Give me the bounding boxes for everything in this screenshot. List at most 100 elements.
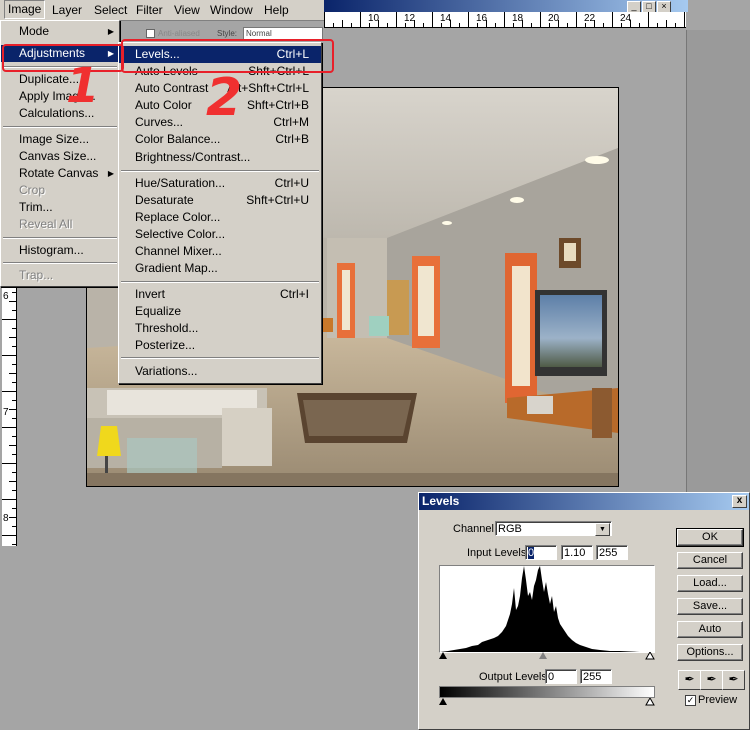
antialiased-checkbox[interactable] (146, 29, 155, 38)
ruler-tick (504, 12, 505, 27)
menu-filter[interactable]: Filter (136, 3, 163, 17)
options-button[interactable]: Options... (677, 644, 743, 661)
menu-help[interactable]: Help (264, 3, 289, 17)
menu-separator (121, 357, 319, 359)
ruler-tick (360, 12, 361, 27)
menu-bar: Image Layer Select Filter View Window He… (0, 0, 324, 21)
adjustments-item-posterize[interactable]: Posterize... (119, 337, 321, 354)
ruler-tick (9, 301, 16, 302)
menu-item-shortcut: Ctrl+B (275, 132, 309, 146)
submenu-arrow-icon: ▶ (107, 27, 114, 36)
adjustments-item-gradient-map[interactable]: Gradient Map... (119, 260, 321, 277)
levels-title: Levels (422, 494, 460, 508)
gray-eyedropper-icon[interactable]: ✒ (700, 670, 723, 690)
ruler-tick (576, 12, 577, 27)
gamma-input-slider[interactable] (539, 652, 547, 659)
menu-view[interactable]: View (174, 3, 200, 17)
adjustments-item-threshold[interactable]: Threshold... (119, 320, 321, 337)
preview-checkbox[interactable]: ✓ (685, 695, 696, 706)
adjustments-item-invert[interactable]: Invert Ctrl+I (119, 286, 321, 303)
menu-item-label: Trap... (19, 268, 54, 282)
menu-separator (121, 281, 319, 283)
ruler-tick (2, 463, 16, 464)
menu-item-label: Color Balance... (135, 132, 221, 146)
image-menu-item-canvas-size[interactable]: Canvas Size... (1, 148, 119, 165)
image-menu-item-image-size[interactable]: Image Size... (1, 131, 119, 148)
menu-image[interactable]: Image (4, 0, 46, 19)
image-menu-item-rotate-canvas[interactable]: Rotate Canvas ▶ (1, 165, 119, 182)
menu-window[interactable]: Window (210, 3, 253, 17)
input-black-field[interactable]: 0 (525, 545, 557, 560)
menu-separator (3, 262, 117, 264)
chevron-down-icon[interactable]: ▼ (595, 523, 610, 536)
ruler-tick (423, 23, 424, 27)
menu-item-shortcut: Shft+Ctrl+U (246, 193, 309, 207)
close-icon[interactable]: x (732, 495, 747, 508)
black-output-slider[interactable] (439, 698, 447, 705)
preview-label: Preview (698, 694, 738, 706)
menu-item-label: Histogram... (19, 243, 84, 257)
menu-select[interactable]: Select (94, 3, 127, 17)
menu-item-label: Threshold... (135, 321, 199, 335)
load-button[interactable]: Load... (677, 575, 743, 592)
save-button[interactable]: Save... (677, 598, 743, 615)
image-menu-item-histogram[interactable]: Histogram... (1, 242, 119, 259)
menu-layer[interactable]: Layer (52, 3, 82, 17)
ok-button[interactable]: OK (676, 528, 744, 547)
ruler-tick (657, 23, 658, 27)
ruler-tick (459, 23, 460, 27)
menu-item-label: Channel Mixer... (135, 244, 222, 258)
channel-select[interactable]: RGB ▼ (495, 521, 612, 536)
menu-item-label: Crop (19, 183, 46, 197)
white-input-slider[interactable] (645, 652, 655, 660)
ruler-number: 12 (404, 13, 416, 24)
auto-button[interactable]: Auto (677, 621, 743, 638)
adjustments-item-variations[interactable]: Variations... (119, 363, 321, 380)
menu-item-label: Desaturate (135, 193, 194, 207)
image-menu-item-apply-image[interactable]: Apply Image... (1, 88, 119, 105)
input-levels-label: Input Levels: (467, 547, 530, 559)
ruler-tick (9, 517, 16, 518)
image-menu-item-calculations[interactable]: Calculations... (1, 105, 119, 122)
adjustments-item-desaturate[interactable]: Desaturate Shft+Ctrl+U (119, 192, 321, 209)
black-input-slider[interactable] (439, 652, 447, 659)
submenu-arrow-icon: ▶ (107, 169, 114, 178)
white-eyedropper-icon[interactable]: ✒ (722, 670, 745, 690)
adjustments-item-channel-mixer[interactable]: Channel Mixer... (119, 243, 321, 260)
output-black-field[interactable]: 0 (545, 669, 577, 684)
adjustments-item-selective-color[interactable]: Selective Color... (119, 226, 321, 243)
ruler-number: 8 (3, 513, 9, 524)
image-menu-item-mode[interactable]: Mode ▶ (1, 23, 119, 40)
image-menu-item-trim[interactable]: Trim... (1, 199, 119, 216)
ruler-tick (2, 391, 16, 392)
menu-item-shortcut: Ctrl+M (273, 115, 309, 129)
channel-value: RGB (498, 523, 522, 535)
adjustments-item-brightness-contrast[interactable]: Brightness/Contrast... (119, 149, 321, 166)
adjustments-item-replace-color[interactable]: Replace Color... (119, 209, 321, 226)
menu-separator (121, 170, 319, 172)
ruler-tick (468, 12, 469, 27)
adjustments-item-equalize[interactable]: Equalize (119, 303, 321, 320)
adjustments-item-hue-saturation[interactable]: Hue/Saturation... Ctrl+U (119, 175, 321, 192)
output-sliders[interactable] (439, 698, 655, 706)
input-white-field[interactable]: 255 (596, 545, 628, 560)
ruler-tick (12, 508, 16, 509)
menu-item-label: Gradient Map... (135, 261, 218, 275)
ruler-tick (495, 23, 496, 27)
menu-item-label: Invert (135, 287, 166, 301)
ruler-tick (12, 544, 16, 545)
input-gamma-field[interactable]: 1.10 (561, 545, 593, 560)
histogram-graph (440, 566, 654, 652)
white-output-slider[interactable] (645, 698, 655, 706)
black-eyedropper-icon[interactable]: ✒ (678, 670, 701, 690)
ruler-tick (9, 337, 16, 338)
input-sliders[interactable] (439, 652, 655, 660)
ruler-number: 22 (584, 13, 596, 24)
ruler-tick (12, 436, 16, 437)
menu-item-label: Auto Color (135, 98, 192, 112)
adjustments-item-color-balance[interactable]: Color Balance... Ctrl+B (119, 131, 321, 148)
image-menu-item-reveal-all: Reveal All (1, 216, 119, 233)
image-menu-item-duplicate[interactable]: Duplicate... (1, 71, 119, 88)
cancel-button[interactable]: Cancel (677, 552, 743, 569)
output-white-field[interactable]: 255 (580, 669, 612, 684)
